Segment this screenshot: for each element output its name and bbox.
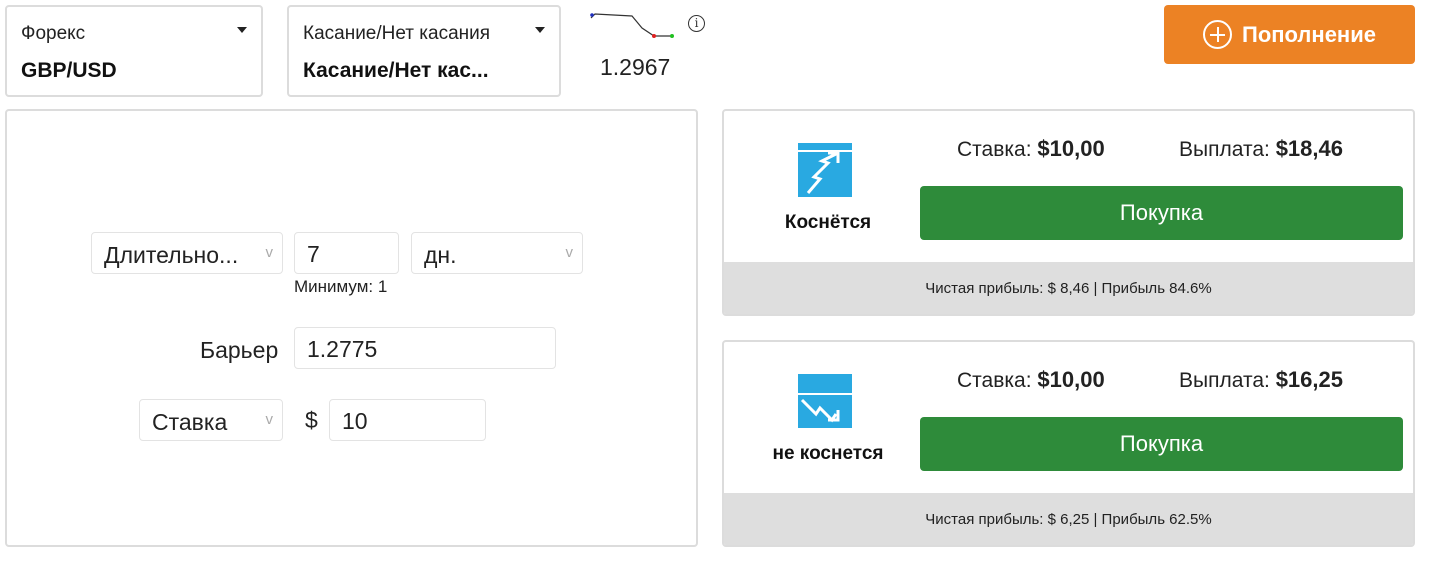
plus-circle-icon: [1203, 20, 1232, 49]
stake-type-value: Ставка: [152, 409, 228, 435]
duration-input-value: 7: [307, 241, 320, 267]
payout-info: Выплата: $16,25: [1179, 367, 1343, 393]
chevron-down-icon: [237, 27, 247, 33]
trade-type-dropdown-label: Касание/Нет касания: [303, 23, 491, 44]
buy-button-no-touch[interactable]: Покупка: [920, 417, 1403, 471]
contract-direction: не коснется: [772, 443, 884, 464]
profit-summary: Чистая прибыль: $ 6,25 | Прибыль 62.5%: [724, 493, 1413, 545]
duration-input[interactable]: 7: [294, 232, 399, 274]
duration-type-value: Длительно...: [104, 242, 239, 268]
duration-minimum-hint: Минимум: 1: [294, 277, 388, 296]
current-price: 1.2967: [600, 54, 671, 80]
stake-label: Ставка:: [957, 138, 1032, 161]
duration-type-select[interactable]: Длительно... v: [91, 232, 283, 274]
payout-label: Выплата:: [1179, 138, 1270, 161]
stake-amount: $10,00: [1037, 136, 1105, 161]
touch-up-icon: [798, 143, 852, 197]
barrier-input[interactable]: 1.2775: [294, 327, 556, 369]
stake-input[interactable]: 10: [329, 399, 486, 441]
stake-input-value: 10: [342, 408, 368, 434]
chevron-down-icon: v: [565, 244, 574, 261]
contract-direction: Коснётся: [784, 212, 872, 233]
deposit-button-label: Пополнение: [1242, 21, 1376, 47]
trade-parameters-panel: Длительно... v 7 дн. v Минимум: 1 Барьер…: [5, 109, 698, 547]
stake-info: Ставка: $10,00: [957, 367, 1105, 393]
payout-label: Выплата:: [1179, 369, 1270, 392]
stake-info: Ставка: $10,00: [957, 136, 1105, 162]
payout-amount: $18,46: [1275, 136, 1343, 161]
stake-type-select[interactable]: Ставка v: [139, 399, 283, 441]
trade-type-dropdown[interactable]: Касание/Нет касания Касание/Нет кас...: [287, 5, 561, 97]
duration-unit-value: дн.: [424, 242, 457, 268]
stake-label: Ставка:: [957, 369, 1032, 392]
duration-unit-select[interactable]: дн. v: [411, 232, 583, 274]
buy-button-touch[interactable]: Покупка: [920, 186, 1403, 240]
currency-symbol: $: [305, 407, 318, 433]
no-touch-down-icon: [798, 374, 852, 428]
chevron-down-icon: v: [265, 411, 274, 428]
deposit-button[interactable]: Пополнение: [1164, 5, 1415, 64]
market-dropdown[interactable]: Форекс GBP/USD: [5, 5, 263, 97]
chevron-down-icon: v: [265, 244, 274, 261]
profit-summary: Чистая прибыль: $ 8,46 | Прибыль 84.6%: [724, 262, 1413, 314]
trade-type-dropdown-value: Касание/Нет кас...: [303, 59, 489, 82]
chevron-down-icon: [535, 27, 545, 33]
payout-amount: $16,25: [1275, 367, 1343, 392]
price-sparkline: [590, 13, 674, 38]
market-dropdown-value: GBP/USD: [21, 59, 117, 82]
info-icon[interactable]: i: [688, 15, 705, 32]
market-dropdown-label: Форекс: [21, 23, 86, 44]
stake-amount: $10,00: [1037, 367, 1105, 392]
barrier-label: Барьер: [200, 337, 279, 363]
barrier-input-value: 1.2775: [307, 336, 378, 362]
contract-card-no-touch: не коснется Ставка: $10,00 Выплата: $16,…: [722, 340, 1415, 547]
contract-card-touch: Коснётся Ставка: $10,00 Выплата: $18,46 …: [722, 109, 1415, 316]
payout-info: Выплата: $18,46: [1179, 136, 1343, 162]
